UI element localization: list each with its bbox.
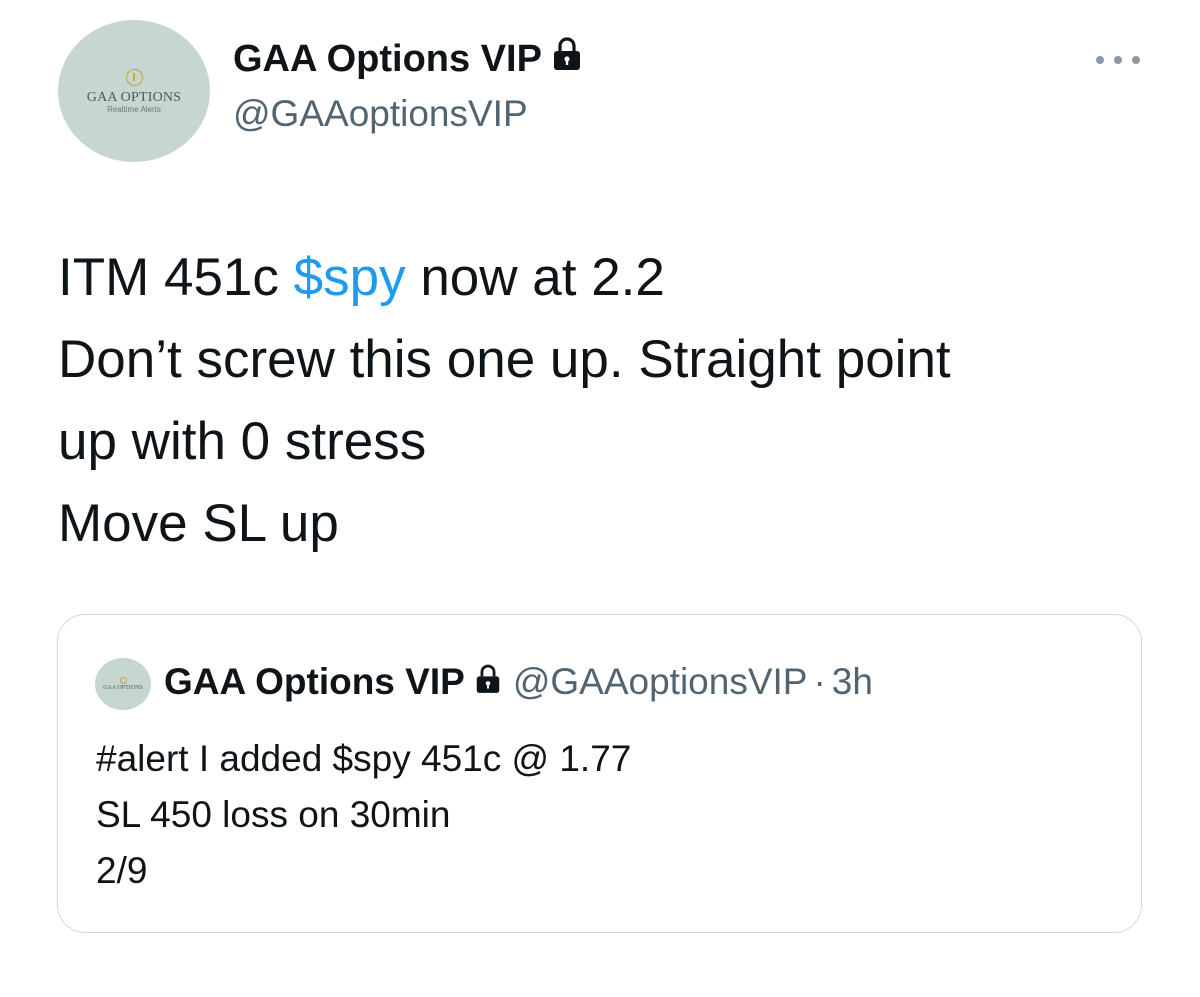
info-logo-icon [125,68,143,86]
display-name-text: GAA Options VIP [233,38,542,80]
profile-avatar[interactable]: GAA OPTIONS Realtime Alerts [58,20,210,162]
tweet[interactable]: GAA OPTIONS Realtime Alerts GAA Options … [0,0,1200,997]
avatar-brand-subtitle: Realtime Alerts [107,104,161,114]
tweet-text-line-1: ITM 451c $spy now at 2.2 [58,237,1168,319]
tweet-text-line-3: up with 0 stress [58,412,427,471]
tweet-text-line-4: Move SL up [58,494,339,553]
cashtag-link[interactable]: $spy [294,248,406,307]
quoted-avatar: GAA OPTIONS [95,658,151,710]
more-horizontal-icon[interactable] [1096,52,1140,68]
quoted-text-line-2: SL 450 loss on 30min [96,794,451,835]
quoted-handle: @GAAoptionsVIP [512,661,808,702]
quoted-avatar-brand: GAA OPTIONS [103,685,143,691]
quoted-text-line-3: 2/9 [96,850,148,891]
tweet-text-prefix: ITM 451c [58,248,294,307]
quoted-tweet-card[interactable]: GAA OPTIONS GAA Options VIP @GAAoptionsV… [57,614,1142,933]
quoted-logo-icon [119,677,127,684]
quoted-display-name: GAA Options VIP [164,661,465,702]
lock-icon [475,659,501,705]
user-handle[interactable]: @GAAoptionsVIP [233,92,528,136]
display-name[interactable]: GAA Options VIP [233,36,582,82]
tweet-text-line-2: Don’t screw this one up. Straight point [58,330,951,389]
lock-icon [552,36,582,82]
tweet-text: ITM 451c $spy now at 2.2 Don’t screw thi… [58,237,1168,565]
avatar-brand-text: GAA OPTIONS [86,89,182,105]
quoted-timestamp: 3h [831,661,873,702]
tweet-text-suffix: now at 2.2 [405,248,665,307]
quoted-tweet-text: #alert I added $spy 451c @ 1.77 SL 450 l… [96,731,631,899]
quoted-text-line-1: #alert I added $spy 451c @ 1.77 [96,738,632,779]
separator-dot: · [813,661,826,702]
quoted-header: GAA Options VIP @GAAoptionsVIP · 3h [164,659,873,705]
